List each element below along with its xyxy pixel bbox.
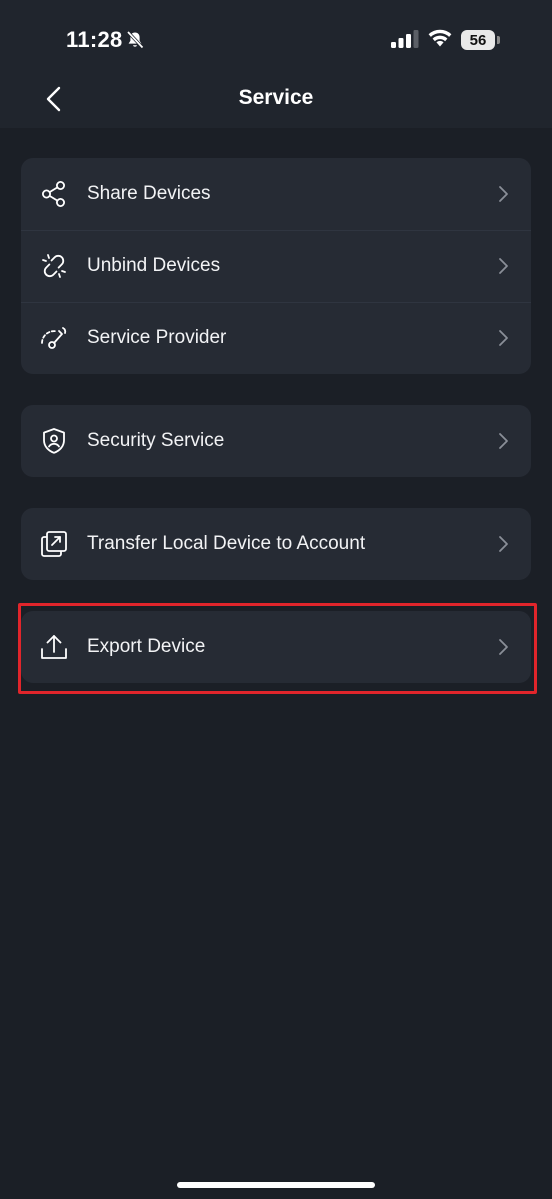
unbind-devices-label: Unbind Devices bbox=[87, 255, 221, 276]
export-device-label: Export Device bbox=[87, 636, 206, 657]
upload-icon bbox=[41, 635, 67, 659]
transfer-local-device-label: Transfer Local Device to Account bbox=[87, 533, 366, 554]
export-card: Export Device bbox=[21, 611, 531, 683]
service-provider-row[interactable]: Service Provider bbox=[21, 302, 531, 374]
transfer-local-device-row[interactable]: Transfer Local Device to Account bbox=[21, 508, 531, 580]
transfer-icon bbox=[41, 531, 67, 557]
export-device-row[interactable]: Export Device bbox=[21, 611, 531, 683]
chevron-right-icon bbox=[499, 330, 508, 346]
battery-level: 56 bbox=[469, 31, 487, 49]
device-actions-card: Share Devices Unbind Devices Service Pro… bbox=[21, 158, 531, 374]
chevron-right-icon bbox=[499, 433, 508, 449]
chevron-right-icon bbox=[499, 186, 508, 202]
service-provider-label: Service Provider bbox=[87, 327, 227, 348]
security-service-row[interactable]: Security Service bbox=[21, 405, 531, 477]
status-time: 11:28 bbox=[66, 27, 123, 52]
chevron-right-icon bbox=[499, 258, 508, 274]
security-card: Security Service bbox=[21, 405, 531, 477]
wifi-icon bbox=[428, 29, 452, 47]
unbind-devices-row[interactable]: Unbind Devices bbox=[21, 230, 531, 302]
share-devices-label: Share Devices bbox=[87, 183, 211, 204]
service-screen: 11:28 56 Service Share Devices Unbind De… bbox=[0, 0, 552, 1199]
cellular-signal-icon bbox=[391, 30, 419, 48]
unbind-link-icon bbox=[42, 254, 66, 278]
battery-indicator: 56 bbox=[461, 30, 495, 50]
muted-bell-icon bbox=[126, 30, 144, 49]
share-icon bbox=[42, 181, 65, 207]
share-devices-row[interactable]: Share Devices bbox=[21, 158, 531, 230]
battery-nub bbox=[497, 36, 500, 44]
chevron-right-icon bbox=[499, 536, 508, 552]
page-title: Service bbox=[238, 86, 314, 109]
service-provider-icon bbox=[41, 327, 67, 349]
transfer-card: Transfer Local Device to Account bbox=[21, 508, 531, 580]
home-indicator[interactable] bbox=[177, 1182, 375, 1188]
chevron-right-icon bbox=[499, 639, 508, 655]
security-service-label: Security Service bbox=[87, 430, 225, 451]
top-bar: 11:28 56 Service bbox=[0, 0, 552, 128]
shield-user-icon bbox=[43, 428, 65, 454]
